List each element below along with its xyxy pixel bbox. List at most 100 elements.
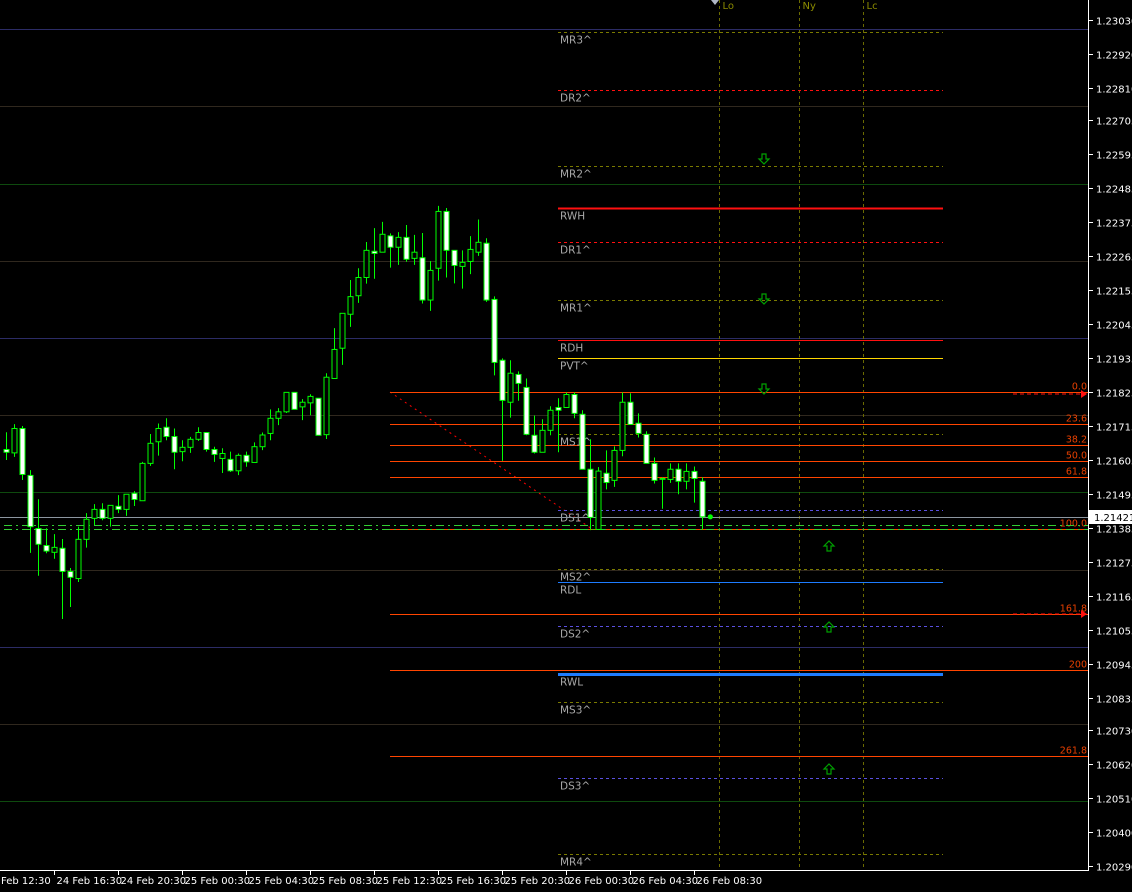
time-tick-label: 24 Feb 20:30 <box>121 876 187 887</box>
candle-body-bear <box>571 394 578 414</box>
pivot-label: MR3^ <box>560 35 592 47</box>
candle-body-bull <box>467 248 474 262</box>
candle-body-bear <box>315 397 322 436</box>
candle <box>563 392 570 408</box>
candle <box>19 426 26 481</box>
pivot-label: DS1^ <box>560 513 590 525</box>
pivot-label: MR1^ <box>560 303 592 315</box>
candle <box>283 391 290 414</box>
candle-body-bull <box>667 468 674 480</box>
price-tick-label: 1.20400 <box>1096 829 1132 840</box>
fib-level-label: 261.8 <box>1060 746 1087 757</box>
price-tick-label: 1.21825 <box>1096 389 1132 400</box>
time-tick-label: 25 Feb 08:30 <box>313 876 379 887</box>
time-tick-label: 25 Feb 16:30 <box>441 876 507 887</box>
candle-body-bear <box>699 480 706 518</box>
candle-body-bear <box>691 470 698 480</box>
candle-body-bull <box>299 401 306 408</box>
candle-body-bear <box>227 458 234 472</box>
candle <box>523 378 530 436</box>
session-label: Lo <box>723 1 735 12</box>
candle-body-bull <box>339 312 346 349</box>
fib-level-label: 100.0 <box>1060 519 1087 530</box>
candle <box>203 432 210 452</box>
pivot-label: MR2^ <box>560 169 592 181</box>
candle-body-bull <box>331 348 338 379</box>
candle-body-bull <box>83 518 90 540</box>
candle-body-bear <box>635 422 642 434</box>
candle-body-bear <box>131 492 138 501</box>
pivot-label: DR2^ <box>560 93 591 105</box>
candle-body-bull <box>75 538 82 580</box>
pivot-label: DS3^ <box>560 781 590 793</box>
price-tick-label: 1.23030 <box>1096 17 1132 28</box>
pivot-label: RWL <box>560 677 583 689</box>
candle <box>595 467 602 530</box>
price-tick-label: 1.21055 <box>1096 627 1132 638</box>
candle-body-bull <box>267 417 274 434</box>
candle-body-bull <box>475 241 482 253</box>
candle-body-bear <box>483 242 490 301</box>
pivot-label: DR1^ <box>560 245 591 257</box>
candle-body-bear <box>27 474 34 528</box>
fib-level-label: 0.0 <box>1072 382 1087 393</box>
price-tick-label: 1.21935 <box>1096 355 1132 366</box>
fib-level-label: 38.2 <box>1066 435 1087 446</box>
candle-body-bull <box>51 546 58 553</box>
candle-body-bear <box>515 373 522 384</box>
fib-level-label: 50.0 <box>1066 451 1087 462</box>
candle-body-bull <box>363 249 370 279</box>
candle-body-bear <box>243 454 250 463</box>
candle-body-bear <box>443 210 450 251</box>
time-tick-label: 25 Feb 04:30 <box>249 876 315 887</box>
candle-body-bear <box>67 570 74 578</box>
candle-body-bear <box>579 413 586 470</box>
candle-body-bull <box>595 470 602 530</box>
candle-body-bull <box>275 411 282 419</box>
candle-body-bear <box>499 359 506 401</box>
candle-body-bear <box>491 298 498 363</box>
price-tick-label: 1.20290 <box>1096 863 1132 874</box>
price-tick-label: 1.22265 <box>1096 253 1132 264</box>
fib-level-label: 200 <box>1069 660 1087 671</box>
candle <box>579 410 586 470</box>
pivot-label: MS3^ <box>560 705 591 717</box>
candle-body-bull <box>459 261 466 267</box>
candle-body-bull <box>307 395 314 404</box>
candle-body-bull <box>395 236 402 248</box>
candle-body-bear <box>203 432 210 450</box>
candle-body-bear <box>115 505 122 510</box>
price-chart[interactable]: Lo Ny Lc 0.023.638.250.061.8100.0161.82002… <box>0 0 1132 892</box>
candle-body-bear <box>43 545 50 552</box>
candle-body-bear <box>371 250 378 254</box>
candle-body-bear <box>555 406 562 411</box>
candle <box>323 373 330 439</box>
candle-body-bear <box>451 249 458 266</box>
candle <box>315 397 322 436</box>
price-tick-label: 1.21715 <box>1096 423 1132 434</box>
time-tick-label: 26 Feb 00:30 <box>569 876 635 887</box>
price-tick-label: 1.22155 <box>1096 287 1132 298</box>
candle-body-bear <box>3 448 10 453</box>
candle-body-bear <box>19 427 26 475</box>
candle-body-bear <box>675 468 682 482</box>
candle <box>619 392 626 457</box>
pivot-label: DS2^ <box>560 629 590 641</box>
time-tick-label: 25 Feb 00:30 <box>185 876 251 887</box>
candle-body-bear <box>651 462 658 481</box>
candle-body-bull <box>347 296 354 315</box>
time-tick-label: 25 Feb 20:30 <box>505 876 571 887</box>
candle-body-bull <box>683 470 690 482</box>
candle-body-bull <box>539 429 546 453</box>
fib-level-label: 61.8 <box>1066 467 1087 478</box>
candle-body-bear <box>419 257 426 301</box>
price-tick-label: 1.20510 <box>1096 795 1132 806</box>
price-tick-label: 1.21165 <box>1096 593 1132 604</box>
candle-body-bull <box>547 409 554 431</box>
pivot-label: MS2^ <box>560 572 591 584</box>
fib-level-label: 23.6 <box>1066 414 1087 425</box>
candle-body-bear <box>211 448 218 455</box>
price-tick-label: 1.20945 <box>1096 661 1132 672</box>
candle-body-bull <box>179 446 186 453</box>
candle-body-bull <box>435 210 442 269</box>
